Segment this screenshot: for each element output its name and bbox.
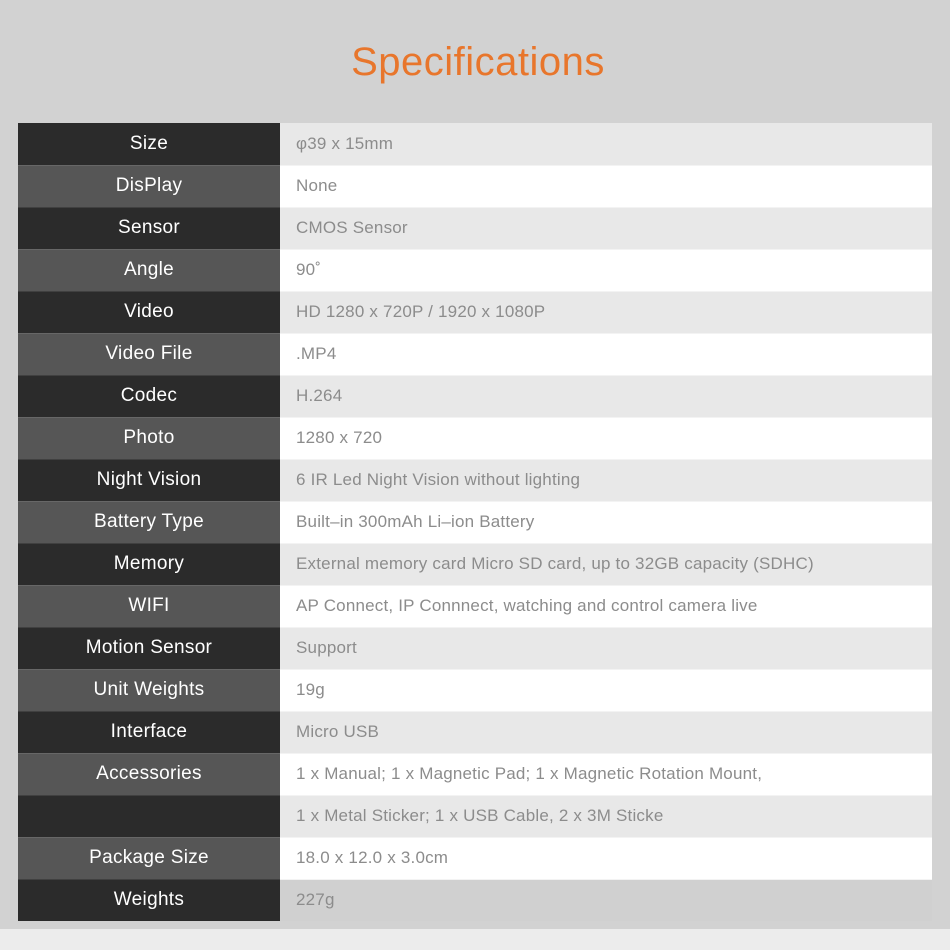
table-row: 1 x Metal Sticker; 1 x USB Cable, 2 x 3M… bbox=[18, 795, 932, 838]
spec-label bbox=[18, 795, 280, 838]
table-row: Accessories 1 x Manual; 1 x Magnetic Pad;… bbox=[18, 753, 932, 796]
spec-value: HD 1280 x 720P / 1920 x 1080P bbox=[280, 291, 932, 334]
table-row: Photo 1280 x 720 bbox=[18, 417, 932, 460]
spec-label: Memory bbox=[18, 543, 280, 586]
spec-value: 1280 x 720 bbox=[280, 417, 932, 460]
table-row: DisPlay None bbox=[18, 165, 932, 208]
spec-label: Accessories bbox=[18, 753, 280, 796]
spec-label: Package Size bbox=[18, 837, 280, 880]
spec-label: Sensor bbox=[18, 207, 280, 250]
table-row: Video File .MP4 bbox=[18, 333, 932, 376]
table-row: Memory External memory card Micro SD card… bbox=[18, 543, 932, 586]
table-row: WIFI AP Connect, IP Connnect, watching an… bbox=[18, 585, 932, 628]
table-row: Video HD 1280 x 720P / 1920 x 1080P bbox=[18, 291, 932, 334]
spec-value: AP Connect, IP Connnect, watching and co… bbox=[280, 585, 932, 628]
spec-value: Built–in 300mAh Li–ion Battery bbox=[280, 501, 932, 544]
spec-label: Video File bbox=[18, 333, 280, 376]
spec-value: CMOS Sensor bbox=[280, 207, 932, 250]
spec-value: H.264 bbox=[280, 375, 932, 418]
spec-value: 19g bbox=[280, 669, 932, 712]
specifications-table: Size φ39 x 15mm DisPlay None Sensor CMOS Sens… bbox=[18, 123, 932, 921]
page-header: Specifications bbox=[0, 0, 950, 123]
table-row: Battery Type Built–in 300mAh Li–ion Batte… bbox=[18, 501, 932, 544]
spec-value: 227g bbox=[280, 879, 932, 921]
spec-value: 1 x Manual; 1 x Magnetic Pad; 1 x Magnet… bbox=[280, 753, 932, 796]
specifications-table-body: Size φ39 x 15mm DisPlay None Sensor CMOS Sens… bbox=[18, 123, 932, 921]
spec-value: 18.0 x 12.0 x 3.0cm bbox=[280, 837, 932, 880]
spec-label: Battery Type bbox=[18, 501, 280, 544]
spec-value: .MP4 bbox=[280, 333, 932, 376]
bottom-strip bbox=[0, 929, 950, 950]
spec-label: Size bbox=[18, 123, 280, 166]
table-row: Angle 90˚ bbox=[18, 249, 932, 292]
spec-label: Video bbox=[18, 291, 280, 334]
spec-value: External memory card Micro SD card, up t… bbox=[280, 543, 932, 586]
table-row: Sensor CMOS Sensor bbox=[18, 207, 932, 250]
spec-label: Motion Sensor bbox=[18, 627, 280, 670]
spec-value: None bbox=[280, 165, 932, 208]
spec-label: DisPlay bbox=[18, 165, 280, 208]
spec-label: Photo bbox=[18, 417, 280, 460]
table-row: Interface Micro USB bbox=[18, 711, 932, 754]
table-row: Size φ39 x 15mm bbox=[18, 123, 932, 166]
spec-value: Support bbox=[280, 627, 932, 670]
spec-label: Night Vision bbox=[18, 459, 280, 502]
spec-value: 1 x Metal Sticker; 1 x USB Cable, 2 x 3M… bbox=[280, 795, 932, 838]
spec-value: φ39 x 15mm bbox=[280, 123, 932, 166]
spec-label: Weights bbox=[18, 879, 280, 921]
table-row: Unit Weights 19g bbox=[18, 669, 932, 712]
spec-value: 90˚ bbox=[280, 249, 932, 292]
table-row: Package Size 18.0 x 12.0 x 3.0cm bbox=[18, 837, 932, 880]
page-title: Specifications bbox=[351, 39, 605, 84]
spec-label: WIFI bbox=[18, 585, 280, 628]
table-row: Weights 227g bbox=[18, 879, 932, 921]
table-row: Codec H.264 bbox=[18, 375, 932, 418]
spec-value: 6 IR Led Night Vision without lighting bbox=[280, 459, 932, 502]
spec-value: Micro USB bbox=[280, 711, 932, 754]
spec-label: Angle bbox=[18, 249, 280, 292]
table-row: Night Vision 6 IR Led Night Vision withou… bbox=[18, 459, 932, 502]
table-row: Motion Sensor Support bbox=[18, 627, 932, 670]
spec-label: Codec bbox=[18, 375, 280, 418]
spec-label: Interface bbox=[18, 711, 280, 754]
spec-label: Unit Weights bbox=[18, 669, 280, 712]
